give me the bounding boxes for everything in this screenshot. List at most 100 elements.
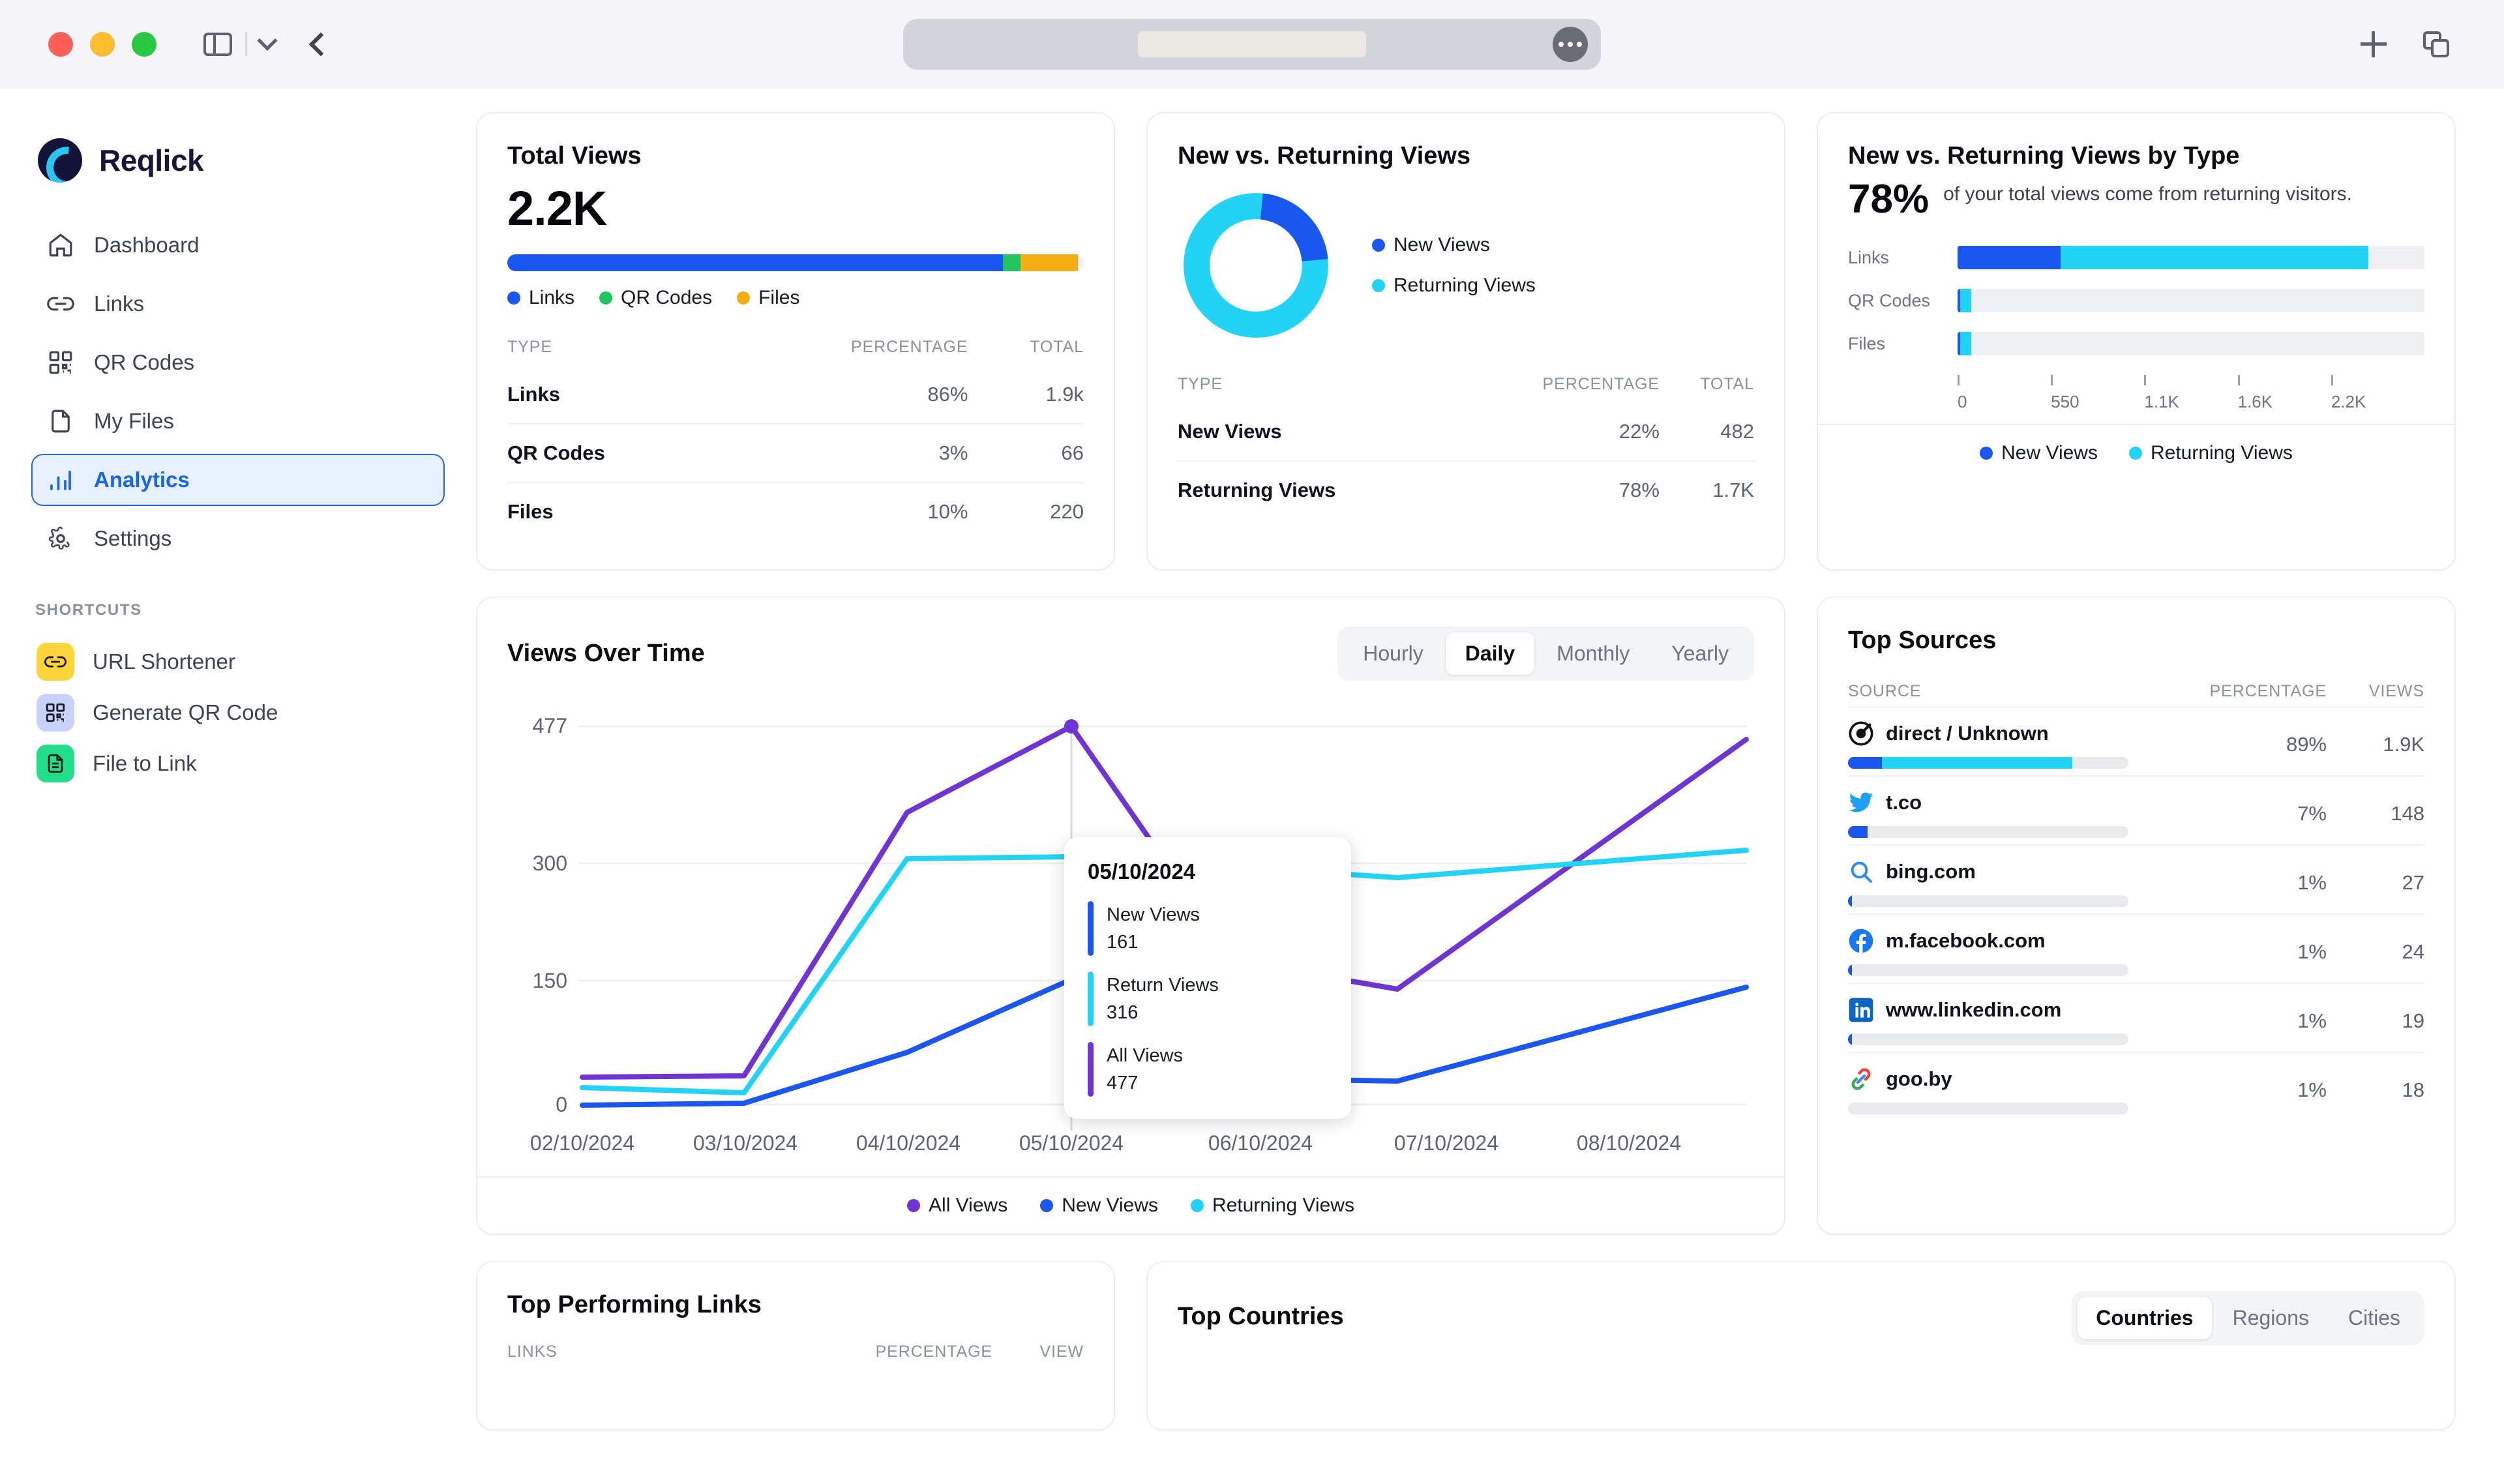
tooltip-value: 161 — [1107, 932, 1138, 953]
table-row: New Views 22% 482 — [1178, 403, 1754, 461]
total-views-card: Total Views 2.2K Links QR Codes Files TY… — [476, 112, 1115, 571]
svg-text:477: 477 — [533, 714, 567, 737]
brand-logo[interactable]: Reqlick — [38, 138, 445, 183]
maximize-window-button[interactable] — [132, 32, 156, 57]
axis-tick: 0 — [1958, 375, 2051, 412]
tooltip-item: All Views477 — [1088, 1042, 1328, 1097]
link-icon — [37, 643, 74, 681]
row-type: Files — [507, 482, 717, 541]
address-bar[interactable] — [903, 19, 1601, 70]
sidebar-item-analytics[interactable]: Analytics — [31, 454, 445, 506]
new-tab-icon[interactable] — [2361, 31, 2387, 57]
column-header: TYPE — [507, 329, 717, 366]
sidebar-toggle-icon[interactable] — [203, 33, 232, 56]
window-traffic-lights — [48, 32, 156, 57]
line-chart: 477 300 150 0 — [477, 681, 1784, 1176]
column-header: TYPE — [1178, 366, 1455, 403]
row-percentage: 10% — [717, 482, 968, 541]
legend-label: Links — [529, 287, 574, 309]
legend-label: Returning Views — [1212, 1195, 1354, 1217]
column-header: LINKS — [507, 1343, 849, 1361]
source-views: 19 — [2327, 1009, 2424, 1033]
source-views: 24 — [2327, 940, 2424, 964]
source-name: www.linkedin.com — [1886, 998, 2061, 1022]
sidebar-item-qr-codes[interactable]: QR Codes — [31, 336, 445, 389]
bar-returning-views — [1960, 332, 1971, 355]
bar-returning-views — [1960, 289, 1971, 312]
chart-legend: All Views New Views Returning Views — [477, 1176, 1784, 1234]
shortcut-generate-qr-code[interactable]: Generate QR Code — [31, 687, 445, 738]
sidebar-nav: Dashboard Links QR Codes My Files — [31, 219, 445, 565]
row-type: Links — [507, 366, 717, 424]
top-sources-row[interactable]: m.facebook.com 1% 24 — [1848, 913, 2424, 983]
bar-segment-links — [507, 254, 1003, 271]
top-sources-row[interactable]: bing.com 1% 27 — [1848, 844, 2424, 913]
more-options-icon[interactable] — [1553, 27, 1588, 62]
svg-text:05/10/2024: 05/10/2024 — [1019, 1131, 1124, 1155]
top-sources-row[interactable]: www.linkedin.com 1% 19 — [1848, 983, 2424, 1052]
bar-new — [1848, 964, 1852, 976]
column-header: PERCENTAGE — [849, 1343, 992, 1361]
source-bar-track — [1848, 1103, 2128, 1114]
tab-monthly[interactable]: Monthly — [1537, 632, 1649, 675]
top-sources-row[interactable]: direct / Unknown 89% 1.9K — [1848, 706, 2424, 775]
tooltip-label: All Views — [1107, 1045, 1183, 1066]
main-content: Total Views 2.2K Links QR Codes Files TY… — [476, 89, 2504, 1484]
svg-text:04/10/2024: 04/10/2024 — [856, 1131, 961, 1155]
tooltip-label: New Views — [1107, 904, 1200, 925]
by-type-legend: New Views Returning Views — [1818, 424, 2454, 481]
sidebar-item-settings[interactable]: Settings — [31, 512, 445, 565]
legend-item: Files — [737, 287, 799, 309]
sidebar-item-dashboard[interactable]: Dashboard — [31, 219, 445, 271]
type-bar-row: Files — [1848, 332, 2424, 355]
reqlick-logo-icon — [38, 138, 82, 183]
row-type: QR Codes — [507, 424, 717, 482]
chain-icon — [1848, 1066, 1874, 1092]
tab-daily[interactable]: Daily — [1446, 632, 1534, 675]
row-type: New Views — [1178, 403, 1455, 461]
source-bar-track — [1848, 826, 2128, 838]
row-total: 1.9k — [968, 366, 1084, 424]
top-sources-row[interactable]: goo.by 1% 18 — [1848, 1052, 2424, 1121]
svg-text:150: 150 — [533, 969, 567, 992]
returning-description: of your total views come from returning … — [1943, 179, 2352, 207]
source-views: 148 — [2327, 802, 2424, 825]
tab-regions[interactable]: Regions — [2214, 1297, 2327, 1339]
legend-item[interactable]: Returning Views — [1191, 1195, 1354, 1217]
source-percentage: 1% — [2196, 871, 2327, 895]
tab-overview-icon[interactable] — [2423, 31, 2449, 57]
tab-yearly[interactable]: Yearly — [1652, 632, 1748, 675]
tab-hourly[interactable]: Hourly — [1343, 632, 1442, 675]
chevron-down-icon[interactable] — [257, 31, 277, 51]
legend-item[interactable]: New Views — [1040, 1195, 1158, 1217]
svg-text:08/10/2024: 08/10/2024 — [1577, 1131, 1681, 1155]
legend-label: Returning Views — [1394, 275, 1536, 297]
shortcut-url-shortener[interactable]: URL Shortener — [31, 636, 445, 687]
sidebar-item-links[interactable]: Links — [31, 278, 445, 330]
time-range-tabs: Hourly Daily Monthly Yearly — [1337, 627, 1754, 681]
legend-item[interactable]: All Views — [907, 1195, 1007, 1217]
legend-label: QR Codes — [621, 287, 712, 309]
back-navigation-icon[interactable] — [309, 33, 333, 57]
legend-label: New Views — [2001, 442, 2098, 464]
tab-countries[interactable]: Countries — [2078, 1297, 2211, 1339]
source-views: 18 — [2327, 1078, 2424, 1102]
close-window-button[interactable] — [48, 32, 73, 57]
sidebar-item-my-files[interactable]: My Files — [31, 395, 445, 447]
address-bar-container — [903, 19, 1601, 70]
legend-label: New Views — [1394, 234, 1490, 256]
url-text-redacted — [1138, 31, 1366, 57]
source-bar-track — [1848, 964, 2128, 976]
source-bar-track — [1848, 757, 2128, 769]
shortcut-label: Generate QR Code — [93, 700, 278, 725]
shortcut-file-to-link[interactable]: File to Link — [31, 738, 445, 789]
minimize-window-button[interactable] — [90, 32, 115, 57]
column-header: PERCENTAGE — [2196, 682, 2327, 701]
legend-item: New Views — [1372, 234, 1536, 256]
sidebar: Reqlick Dashboard Links QR Codes — [0, 89, 476, 1484]
tab-cities[interactable]: Cities — [2330, 1297, 2419, 1339]
shortcut-label: URL Shortener — [93, 649, 235, 674]
svg-text:0: 0 — [556, 1093, 567, 1116]
top-sources-row[interactable]: t.co 7% 148 — [1848, 775, 2424, 844]
linkedin-icon — [1848, 997, 1874, 1023]
